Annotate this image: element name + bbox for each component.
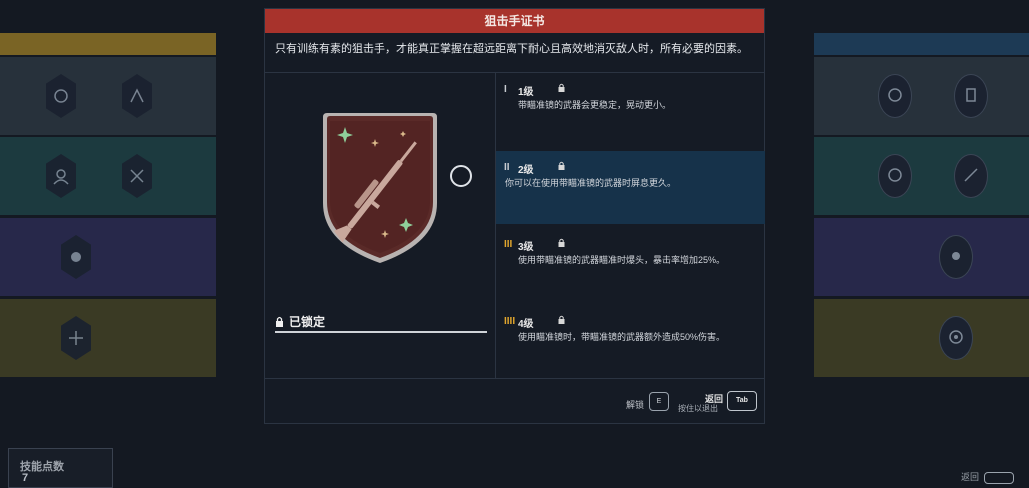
skill-points-panel: 技能点数 7 — [8, 448, 113, 488]
level-item-2[interactable]: II 2级 你可以在使用带瞄准镜的武器时屏息更久。 — [496, 151, 765, 224]
perk-detail-panel: 狙击手证书 只有训练有素的狙击手，才能真正掌握在超远距离下耐心且高效地消灭敌人时… — [264, 8, 765, 424]
level-description: 带瞄准镜的武器会更稳定，晃动更小。 — [518, 100, 672, 110]
lock-icon — [276, 316, 283, 327]
right-row-3 — [814, 218, 1029, 296]
skill-circle-icon[interactable] — [939, 316, 973, 360]
panel-description: 只有训练有素的狙击手，才能真正掌握在超远距离下耐心且高效地消灭敌人时，所有必要的… — [265, 33, 764, 73]
level-description: 使用带瞄准镜的武器瞄准时爆头，暴击率增加25%。 — [518, 255, 726, 265]
hold-to-exit-hint: 按住以退出 — [678, 404, 718, 413]
progress-underline — [275, 331, 487, 333]
left-row-2 — [0, 137, 216, 215]
panel-title: 狙击手证书 — [265, 9, 764, 33]
skill-circle-icon[interactable] — [939, 235, 973, 279]
lock-icon — [558, 238, 565, 247]
level-item-4[interactable]: IIII 4级 使用瞄准镜时，带瞄准镜的武器额外造成50%伤害。 — [496, 305, 765, 381]
right-row-1 — [814, 57, 1029, 135]
skill-circle-icon[interactable] — [954, 154, 988, 198]
right-row-4 — [814, 299, 1029, 377]
badge-column: 已锁定 — [265, 73, 496, 378]
level-description: 使用瞄准镜时，带瞄准镜的武器额外造成50%伤害。 — [518, 332, 726, 342]
unlock-key-button[interactable]: E — [649, 392, 669, 411]
sniper-rifle-badge-icon — [323, 113, 437, 263]
left-row-4 — [0, 299, 216, 377]
level-list: I 1级 带瞄准镜的武器会更稳定，晃动更小。 II 2级 你可以在使用带瞄准镜的… — [496, 73, 765, 378]
level-name: 1级 — [518, 87, 534, 98]
skill-points-value: 7 — [22, 472, 29, 484]
level-name: 2级 — [518, 165, 534, 176]
level-description: 你可以在使用带瞄准镜的武器时屏息更久。 — [505, 178, 677, 188]
level-name: 3级 — [518, 242, 534, 253]
panel-footer: 解锁 E 返回 按住以退出 Tab — [265, 378, 764, 424]
level-item-3[interactable]: III 3级 使用带瞄准镜的武器瞄准时爆头，暴击率增加25%。 — [496, 228, 765, 304]
lock-icon — [558, 161, 565, 170]
tier-mark: III — [504, 239, 513, 250]
tier-mark: IIII — [504, 316, 516, 327]
tier-mark: I — [504, 84, 507, 95]
skill-circle-icon[interactable] — [878, 154, 912, 198]
left-row-3 — [0, 218, 216, 296]
lock-status: 已锁定 — [275, 313, 485, 330]
unlock-label: 解锁 — [626, 400, 645, 410]
skill-circle-icon[interactable] — [954, 74, 988, 118]
cursor-ring — [450, 165, 472, 187]
lock-icon — [558, 83, 565, 92]
right-row-2 — [814, 137, 1029, 215]
level-item-1[interactable]: I 1级 带瞄准镜的武器会更稳定，晃动更小。 — [496, 73, 765, 149]
right-strip-top — [814, 33, 1029, 55]
left-row-1 — [0, 57, 216, 135]
bottom-back-key[interactable] — [984, 472, 1014, 484]
lock-status-label: 已锁定 — [289, 315, 326, 329]
lock-icon — [558, 315, 565, 324]
left-strip-top — [0, 33, 216, 55]
tier-mark: II — [504, 162, 510, 173]
skill-circle-icon[interactable] — [878, 74, 912, 118]
back-key-button[interactable]: Tab — [727, 391, 757, 411]
level-name: 4级 — [518, 319, 534, 330]
